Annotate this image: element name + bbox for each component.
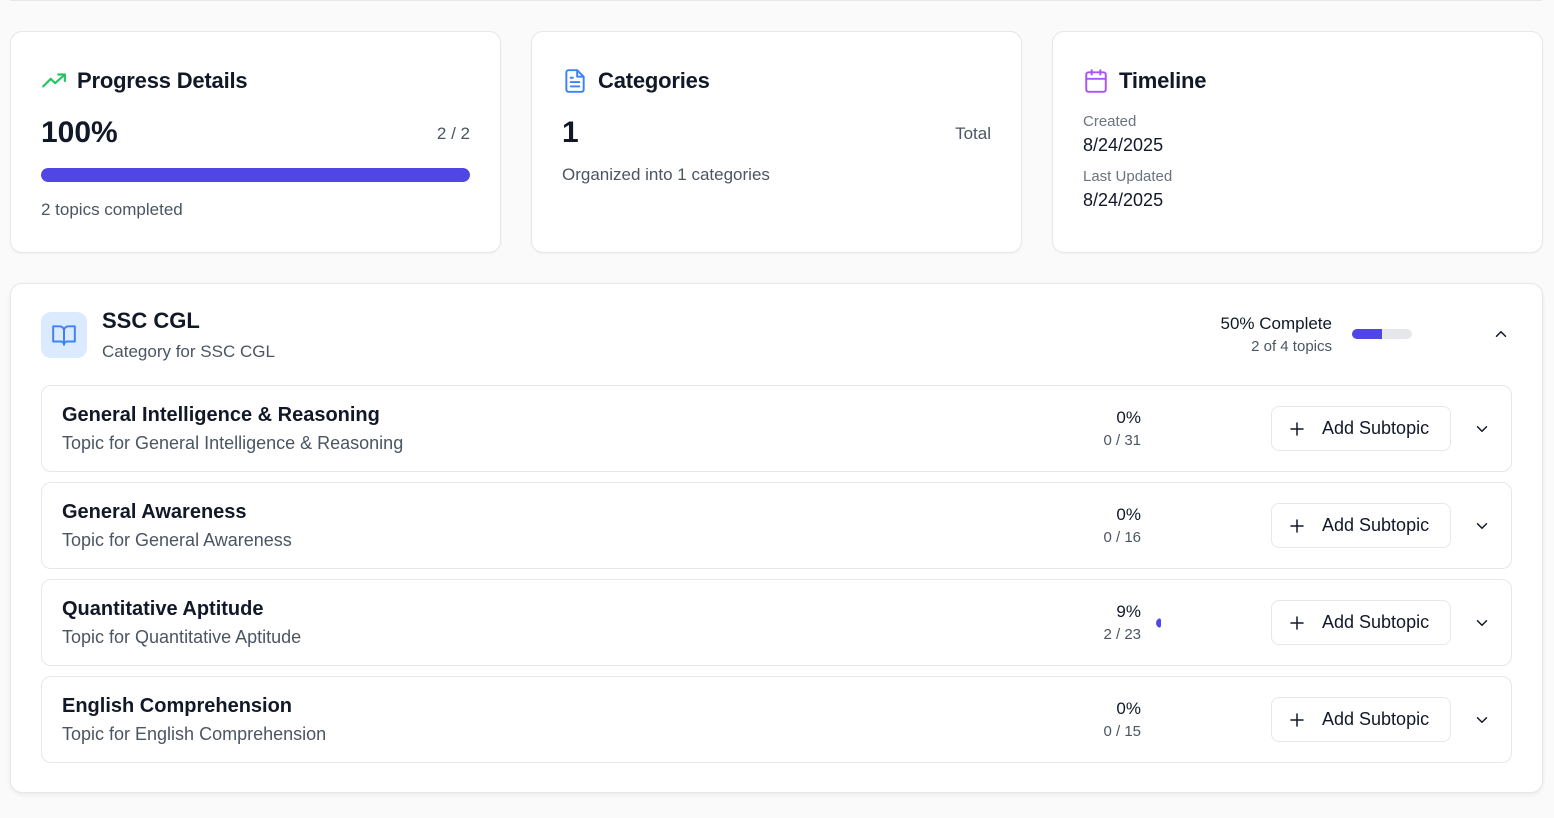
chevron-up-icon: [1495, 331, 1507, 337]
category-progress-bar: [1352, 329, 1412, 339]
add-subtopic-label: Add Subtopic: [1322, 612, 1430, 632]
organized-text: Organized into 1 categories: [562, 165, 770, 184]
add-subtopic-button[interactable]: Add Subtopic: [1271, 600, 1451, 645]
last-updated-date: 8/24/2025: [1083, 190, 1164, 210]
add-subtopic-label: Add Subtopic: [1322, 418, 1430, 438]
expand-topic-button[interactable]: [1470, 611, 1494, 635]
topics-completed-text: 2 topics completed: [41, 200, 183, 219]
topic-progress-bar: [1156, 521, 1216, 531]
category-percent: 50% Complete: [1220, 314, 1332, 333]
topic-subtitle: Topic for Quantitative Aptitude: [62, 627, 302, 647]
timeline-card-header: Timeline: [1083, 68, 1206, 94]
categories-card: Categories 1 Total Organized into 1 cate…: [531, 31, 1022, 253]
top-divider: [10, 0, 1542, 1]
topic-percent: 0%: [1116, 408, 1141, 427]
topic-count: 0 / 16: [1103, 529, 1141, 546]
created-label: Created: [1083, 113, 1137, 130]
progress-percent: 100%: [41, 116, 118, 149]
chevron-down-icon: [1476, 523, 1488, 529]
topic-count: 2 / 23: [1103, 626, 1141, 643]
topic-percent: 0%: [1116, 699, 1141, 718]
topic-row-4: English Comprehension Topic for English …: [41, 676, 1512, 763]
add-subtopic-label: Add Subtopic: [1322, 515, 1430, 535]
topic-progress-bar: [1156, 618, 1216, 628]
progress-details-card: Progress Details 100% 2 / 2 2 topics com…: [10, 31, 501, 253]
timeline-card: Timeline Created 8/24/2025 Last Updated …: [1052, 31, 1543, 253]
overall-progress-fill: [41, 168, 470, 182]
topic-title: Quantitative Aptitude: [62, 598, 264, 620]
plus-icon: [1290, 712, 1304, 727]
add-subtopic-button[interactable]: Add Subtopic: [1271, 503, 1451, 548]
categories-count: 1: [562, 116, 579, 149]
topic-subtitle: Topic for General Awareness: [62, 530, 292, 550]
add-subtopic-label: Add Subtopic: [1322, 709, 1430, 729]
progress-card-title: Progress Details: [77, 68, 248, 93]
topic-title: General Awareness: [62, 501, 247, 523]
category-icon-box: [41, 312, 87, 358]
expand-topic-button[interactable]: [1470, 417, 1494, 441]
topic-count: 0 / 31: [1103, 432, 1141, 449]
topic-title: English Comprehension: [62, 695, 293, 717]
category-subtitle: Category for SSC CGL: [102, 342, 275, 361]
last-updated-label: Last Updated: [1083, 168, 1173, 185]
topic-progress-bar: [1156, 424, 1216, 434]
topic-subtitle: Topic for General Intelligence & Reasoni…: [62, 433, 404, 453]
book-open-icon: [52, 325, 76, 346]
add-subtopic-button[interactable]: Add Subtopic: [1271, 697, 1451, 742]
topic-percent: 0%: [1116, 505, 1141, 524]
topic-percent: 9%: [1116, 602, 1141, 621]
chevron-down-icon: [1476, 717, 1488, 723]
expand-topic-button[interactable]: [1470, 514, 1494, 538]
trending-up-icon: [42, 73, 66, 88]
category-progress-fill: [1352, 329, 1382, 339]
progress-fraction: 2 / 2: [436, 124, 470, 143]
category-card: SSC CGL Category for SSC CGL 50% Complet…: [10, 283, 1543, 793]
topic-progress-bar: [1156, 715, 1216, 725]
timeline-card-title: Timeline: [1119, 68, 1207, 93]
topic-row-3: Quantitative Aptitude Topic for Quantita…: [41, 579, 1512, 666]
category-title: SSC CGL: [102, 308, 200, 333]
topic-row-2: General Awareness Topic for General Awar…: [41, 482, 1512, 569]
overall-progress-bar: [41, 168, 470, 182]
topic-progress-fill: [1156, 618, 1162, 628]
document-icon: [565, 69, 585, 93]
topic-count: 0 / 15: [1103, 723, 1141, 740]
topic-subtitle: Topic for English Comprehension: [62, 724, 327, 744]
plus-icon: [1290, 615, 1304, 630]
calendar-icon: [1085, 69, 1107, 93]
created-date: 8/24/2025: [1083, 135, 1164, 155]
topic-title: General Intelligence & Reasoning: [62, 404, 380, 426]
expand-topic-button[interactable]: [1470, 708, 1494, 732]
category-topics-count: 2 of 4 topics: [1251, 338, 1332, 355]
categories-card-header: Categories: [562, 68, 710, 94]
add-subtopic-button[interactable]: Add Subtopic: [1271, 406, 1451, 451]
chevron-down-icon: [1476, 426, 1488, 432]
chevron-down-icon: [1476, 620, 1488, 626]
plus-icon: [1290, 518, 1304, 533]
topic-row-1: General Intelligence & Reasoning Topic f…: [41, 385, 1512, 472]
categories-card-title: Categories: [598, 68, 710, 93]
progress-card-header: Progress Details: [41, 68, 248, 94]
categories-total-label: Total: [955, 124, 991, 143]
collapse-category-button[interactable]: [1489, 322, 1513, 346]
plus-icon: [1290, 421, 1304, 436]
